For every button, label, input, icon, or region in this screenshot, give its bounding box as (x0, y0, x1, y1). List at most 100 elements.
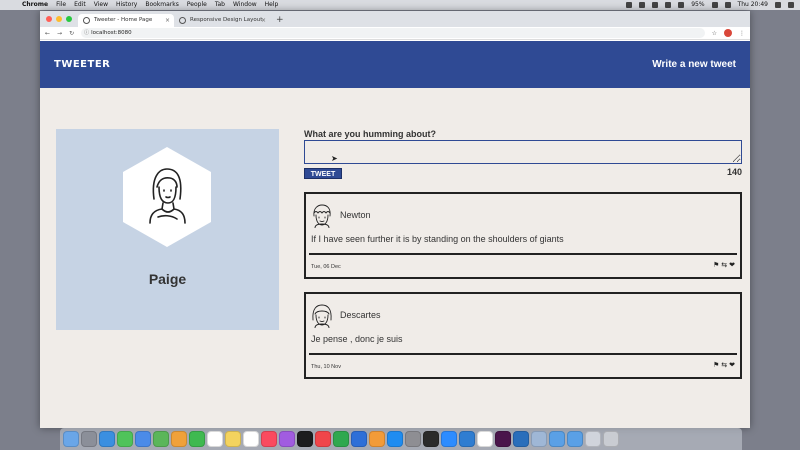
tweet-button[interactable]: TWEET (304, 168, 342, 179)
trash-icon[interactable] (603, 431, 619, 447)
terminal-icon[interactable] (423, 431, 439, 447)
status-icon[interactable] (626, 2, 633, 8)
profile-avatar-hexagon (123, 147, 211, 247)
music-icon[interactable] (261, 431, 277, 447)
volume-icon[interactable] (665, 2, 672, 8)
address-bar-row: ← → ↻ ⓘ localhost:8080 ☆ ⋮ (40, 27, 750, 40)
write-new-tweet-link[interactable]: Write a new tweet (652, 59, 736, 70)
tweet-divider (309, 253, 737, 255)
pages-icon[interactable] (369, 431, 385, 447)
chrome-icon[interactable] (477, 431, 493, 447)
photos-icon[interactable] (171, 431, 187, 447)
tab-responsive-design[interactable]: Responsive Design Layout × (174, 14, 270, 27)
preview-icon[interactable] (585, 431, 601, 447)
info-icon[interactable]: ⓘ (84, 28, 89, 38)
bookmark-star-icon[interactable]: ☆ (712, 30, 717, 37)
tweet-text: Je pense , donc je suis (311, 334, 403, 344)
clock[interactable]: Thu 20:49 (738, 0, 768, 10)
battery-percent[interactable]: 95% (691, 0, 704, 10)
retweet-icon[interactable]: ⇆ (721, 361, 727, 369)
macos-dock (60, 428, 742, 450)
new-tab-button[interactable]: + (270, 14, 290, 27)
podcasts-icon[interactable] (279, 431, 295, 447)
flag-icon[interactable] (724, 2, 731, 8)
tab-tweeter-home[interactable]: Tweeter - Home Page × (78, 14, 174, 27)
tweet-textarea[interactable] (304, 140, 742, 164)
notification-center-icon[interactable] (788, 2, 794, 8)
system-preferences-icon[interactable] (405, 431, 421, 447)
flag-icon[interactable]: ⚑ (713, 261, 719, 269)
app-store-icon[interactable] (387, 431, 403, 447)
url-bar[interactable]: ⓘ localhost:8080 (81, 28, 705, 38)
close-window-icon[interactable] (46, 16, 52, 22)
slack-icon[interactable] (495, 431, 511, 447)
menu-tab[interactable]: Tab (215, 0, 225, 10)
flag-icon[interactable]: ⚑ (713, 361, 719, 369)
tweet-text: If I have seen further it is by standing… (311, 234, 564, 244)
close-tab-icon[interactable]: × (165, 14, 170, 27)
launchpad-icon[interactable] (81, 431, 97, 447)
status-icon[interactable] (639, 2, 646, 8)
tweet-actions: ⚑ ⇆ ❤ (713, 261, 735, 269)
forward-icon[interactable]: → (57, 30, 62, 37)
minimize-window-icon[interactable] (56, 16, 62, 22)
tweet-actions: ⚑ ⇆ ❤ (713, 361, 735, 369)
tweet-author[interactable]: Newton (340, 210, 371, 220)
browser-menu-icon[interactable]: ⋮ (739, 30, 745, 37)
profile-name: Paige (148, 271, 187, 287)
folder-icon[interactable] (549, 431, 565, 447)
menu-people[interactable]: People (187, 0, 207, 10)
menu-edit[interactable]: Edit (74, 0, 86, 10)
maps-icon[interactable] (153, 431, 169, 447)
reload-icon[interactable]: ↻ (69, 30, 74, 37)
menu-file[interactable]: File (56, 0, 66, 10)
menu-history[interactable]: History (116, 0, 137, 10)
notes-icon[interactable] (225, 431, 241, 447)
tab-strip: Tweeter - Home Page × Responsive Design … (40, 11, 750, 27)
reminders-icon[interactable] (243, 431, 259, 447)
zoom-icon[interactable] (441, 431, 457, 447)
character-counter: 140 (726, 167, 742, 177)
tab-title: Responsive Design Layout (190, 17, 263, 23)
safari-icon[interactable] (99, 431, 115, 447)
keynote-icon[interactable] (351, 431, 367, 447)
macos-menu-bar: Chrome File Edit View History Bookmarks … (0, 0, 800, 10)
heart-icon[interactable]: ❤ (729, 261, 735, 269)
back-icon[interactable]: ← (45, 30, 50, 37)
menu-help[interactable]: Help (265, 0, 279, 10)
profile-avatar[interactable] (724, 29, 732, 37)
finder-icon[interactable] (63, 431, 79, 447)
descartes-avatar-icon (312, 304, 332, 328)
heart-icon[interactable]: ❤ (729, 361, 735, 369)
menu-bookmarks[interactable]: Bookmarks (145, 0, 179, 10)
page: TWEETER Write a new tweet Paige What are… (40, 41, 750, 428)
app-menu-chrome[interactable]: Chrome (22, 0, 48, 10)
calendar-icon[interactable] (207, 431, 223, 447)
tv-icon[interactable] (297, 431, 313, 447)
news-icon[interactable] (315, 431, 331, 447)
menu-view[interactable]: View (94, 0, 108, 10)
vscode-icon[interactable] (459, 431, 475, 447)
messages-icon[interactable] (117, 431, 133, 447)
tweet-author[interactable]: Descartes (340, 310, 381, 320)
close-tab-icon[interactable]: × (261, 14, 266, 27)
mail-icon[interactable] (135, 431, 151, 447)
retweet-icon[interactable]: ⇆ (721, 261, 727, 269)
sourcetree-icon[interactable] (513, 431, 529, 447)
mouse-cursor-icon: ➤ (331, 154, 338, 163)
bluetooth-icon[interactable] (652, 2, 659, 8)
site-header: TWEETER Write a new tweet (40, 41, 750, 88)
window-controls (44, 11, 78, 27)
spotlight-icon[interactable] (775, 2, 781, 8)
downloads-icon[interactable] (531, 431, 547, 447)
facetime-icon[interactable] (189, 431, 205, 447)
tweet-divider (309, 353, 737, 355)
zoom-window-icon[interactable] (66, 16, 72, 22)
site-logo[interactable]: TWEETER (54, 59, 110, 70)
composer-label: What are you humming about? (304, 129, 436, 139)
numbers-icon[interactable] (333, 431, 349, 447)
menu-window[interactable]: Window (233, 0, 257, 10)
folder-icon-2[interactable] (567, 431, 583, 447)
wifi-icon[interactable] (678, 2, 685, 8)
battery-icon[interactable] (711, 2, 718, 8)
